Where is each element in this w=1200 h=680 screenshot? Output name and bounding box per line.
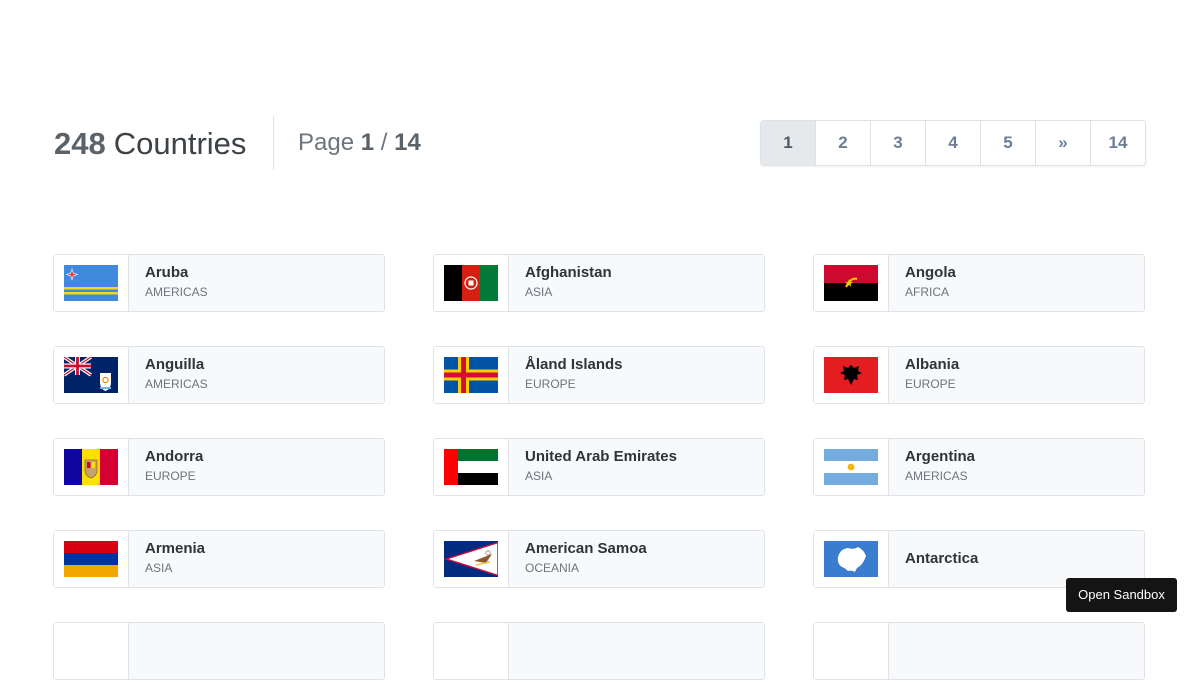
country-name: Angola [905,264,956,281]
country-region: AMERICAS [905,469,968,483]
aland-flag-icon [444,357,498,393]
count-number: 248 [54,126,106,161]
anguilla-flag-icon [64,357,118,393]
flag-container [814,531,889,587]
page-button-1[interactable]: 1 [761,121,815,165]
page-button-2[interactable]: 2 [815,121,870,165]
american-samoa-flag-icon [444,541,498,577]
afghanistan-flag-icon [444,265,498,301]
flag-container [814,347,889,403]
country-count: 248 Countries [54,126,246,162]
country-region: AMERICAS [145,377,208,391]
page-separator: / [380,129,388,156]
flag-container [434,347,509,403]
header-divider [273,116,274,170]
argentina-flag-icon [824,449,878,485]
page-button-3[interactable]: 3 [870,121,925,165]
flag-container [434,623,509,679]
country-name: United Arab Emirates [525,448,677,465]
country-region: ASIA [145,561,173,575]
flag-container [434,255,509,311]
flag-container [54,531,129,587]
angola-flag-icon [824,265,878,301]
next-pages-button[interactable]: » [1035,121,1090,165]
country-region: AMERICAS [145,285,208,299]
antarctica-flag-icon [824,541,878,577]
flag-container [814,439,889,495]
country-card[interactable]: Aruba AMERICAS [53,254,385,312]
page-button-4[interactable]: 4 [925,121,980,165]
page-button-5[interactable]: 5 [980,121,1035,165]
country-card[interactable]: Anguilla AMERICAS [53,346,385,404]
flag-container [54,623,129,679]
albania-flag-icon [824,357,878,393]
country-name: Aruba [145,264,189,281]
flag-container [434,439,509,495]
page-total: 14 [394,129,421,156]
country-name: Åland Islands [525,356,623,373]
page-prefix: Page [298,129,355,156]
flag-container [54,439,129,495]
country-region: EUROPE [145,469,196,483]
andorra-flag-icon [64,449,118,485]
last-page-button[interactable]: 14 [1090,121,1145,165]
open-sandbox-button[interactable]: Open Sandbox [1066,578,1177,612]
country-region: EUROPE [525,377,576,391]
country-region: EUROPE [905,377,956,391]
flag-container [814,623,889,679]
country-card[interactable]: Angola AFRICA [813,254,1145,312]
pagination: 1 2 3 4 5 » 14 [760,120,1146,166]
country-region: AFRICA [905,285,950,299]
country-card[interactable] [53,622,385,680]
country-region: ASIA [525,469,553,483]
results-header: 248 Countries Page 1 / 14 1 2 3 4 5 » 14 [54,116,1146,170]
country-name: Armenia [145,540,206,557]
uae-flag-icon [444,449,498,485]
country-name: Andorra [145,448,204,465]
country-card[interactable] [813,622,1145,680]
flag-container [54,347,129,403]
flag-container [434,531,509,587]
flag-container [54,255,129,311]
country-name: Anguilla [145,356,205,373]
country-card[interactable] [433,622,765,680]
country-card[interactable]: Afghanistan ASIA [433,254,765,312]
page-current: 1 [360,129,375,156]
flag-container [814,255,889,311]
page-indicator: Page 1 / 14 [298,129,421,157]
country-card[interactable]: Argentina AMERICAS [813,438,1145,496]
country-card[interactable]: United Arab Emirates ASIA [433,438,765,496]
country-card[interactable]: Armenia ASIA [53,530,385,588]
country-name: American Samoa [525,540,647,557]
country-name: Albania [905,356,960,373]
country-name: Argentina [905,448,976,465]
country-name: Antarctica [905,550,979,567]
count-label: Countries [113,126,247,161]
aruba-flag-icon [64,265,118,301]
country-region: OCEANIA [525,561,580,575]
country-card[interactable]: Albania EUROPE [813,346,1145,404]
country-card[interactable]: Åland Islands EUROPE [433,346,765,404]
country-name: Afghanistan [525,264,612,281]
country-card[interactable]: Andorra EUROPE [53,438,385,496]
country-card[interactable]: American Samoa OCEANIA [433,530,765,588]
country-region: ASIA [525,285,553,299]
armenia-flag-icon [64,541,118,577]
